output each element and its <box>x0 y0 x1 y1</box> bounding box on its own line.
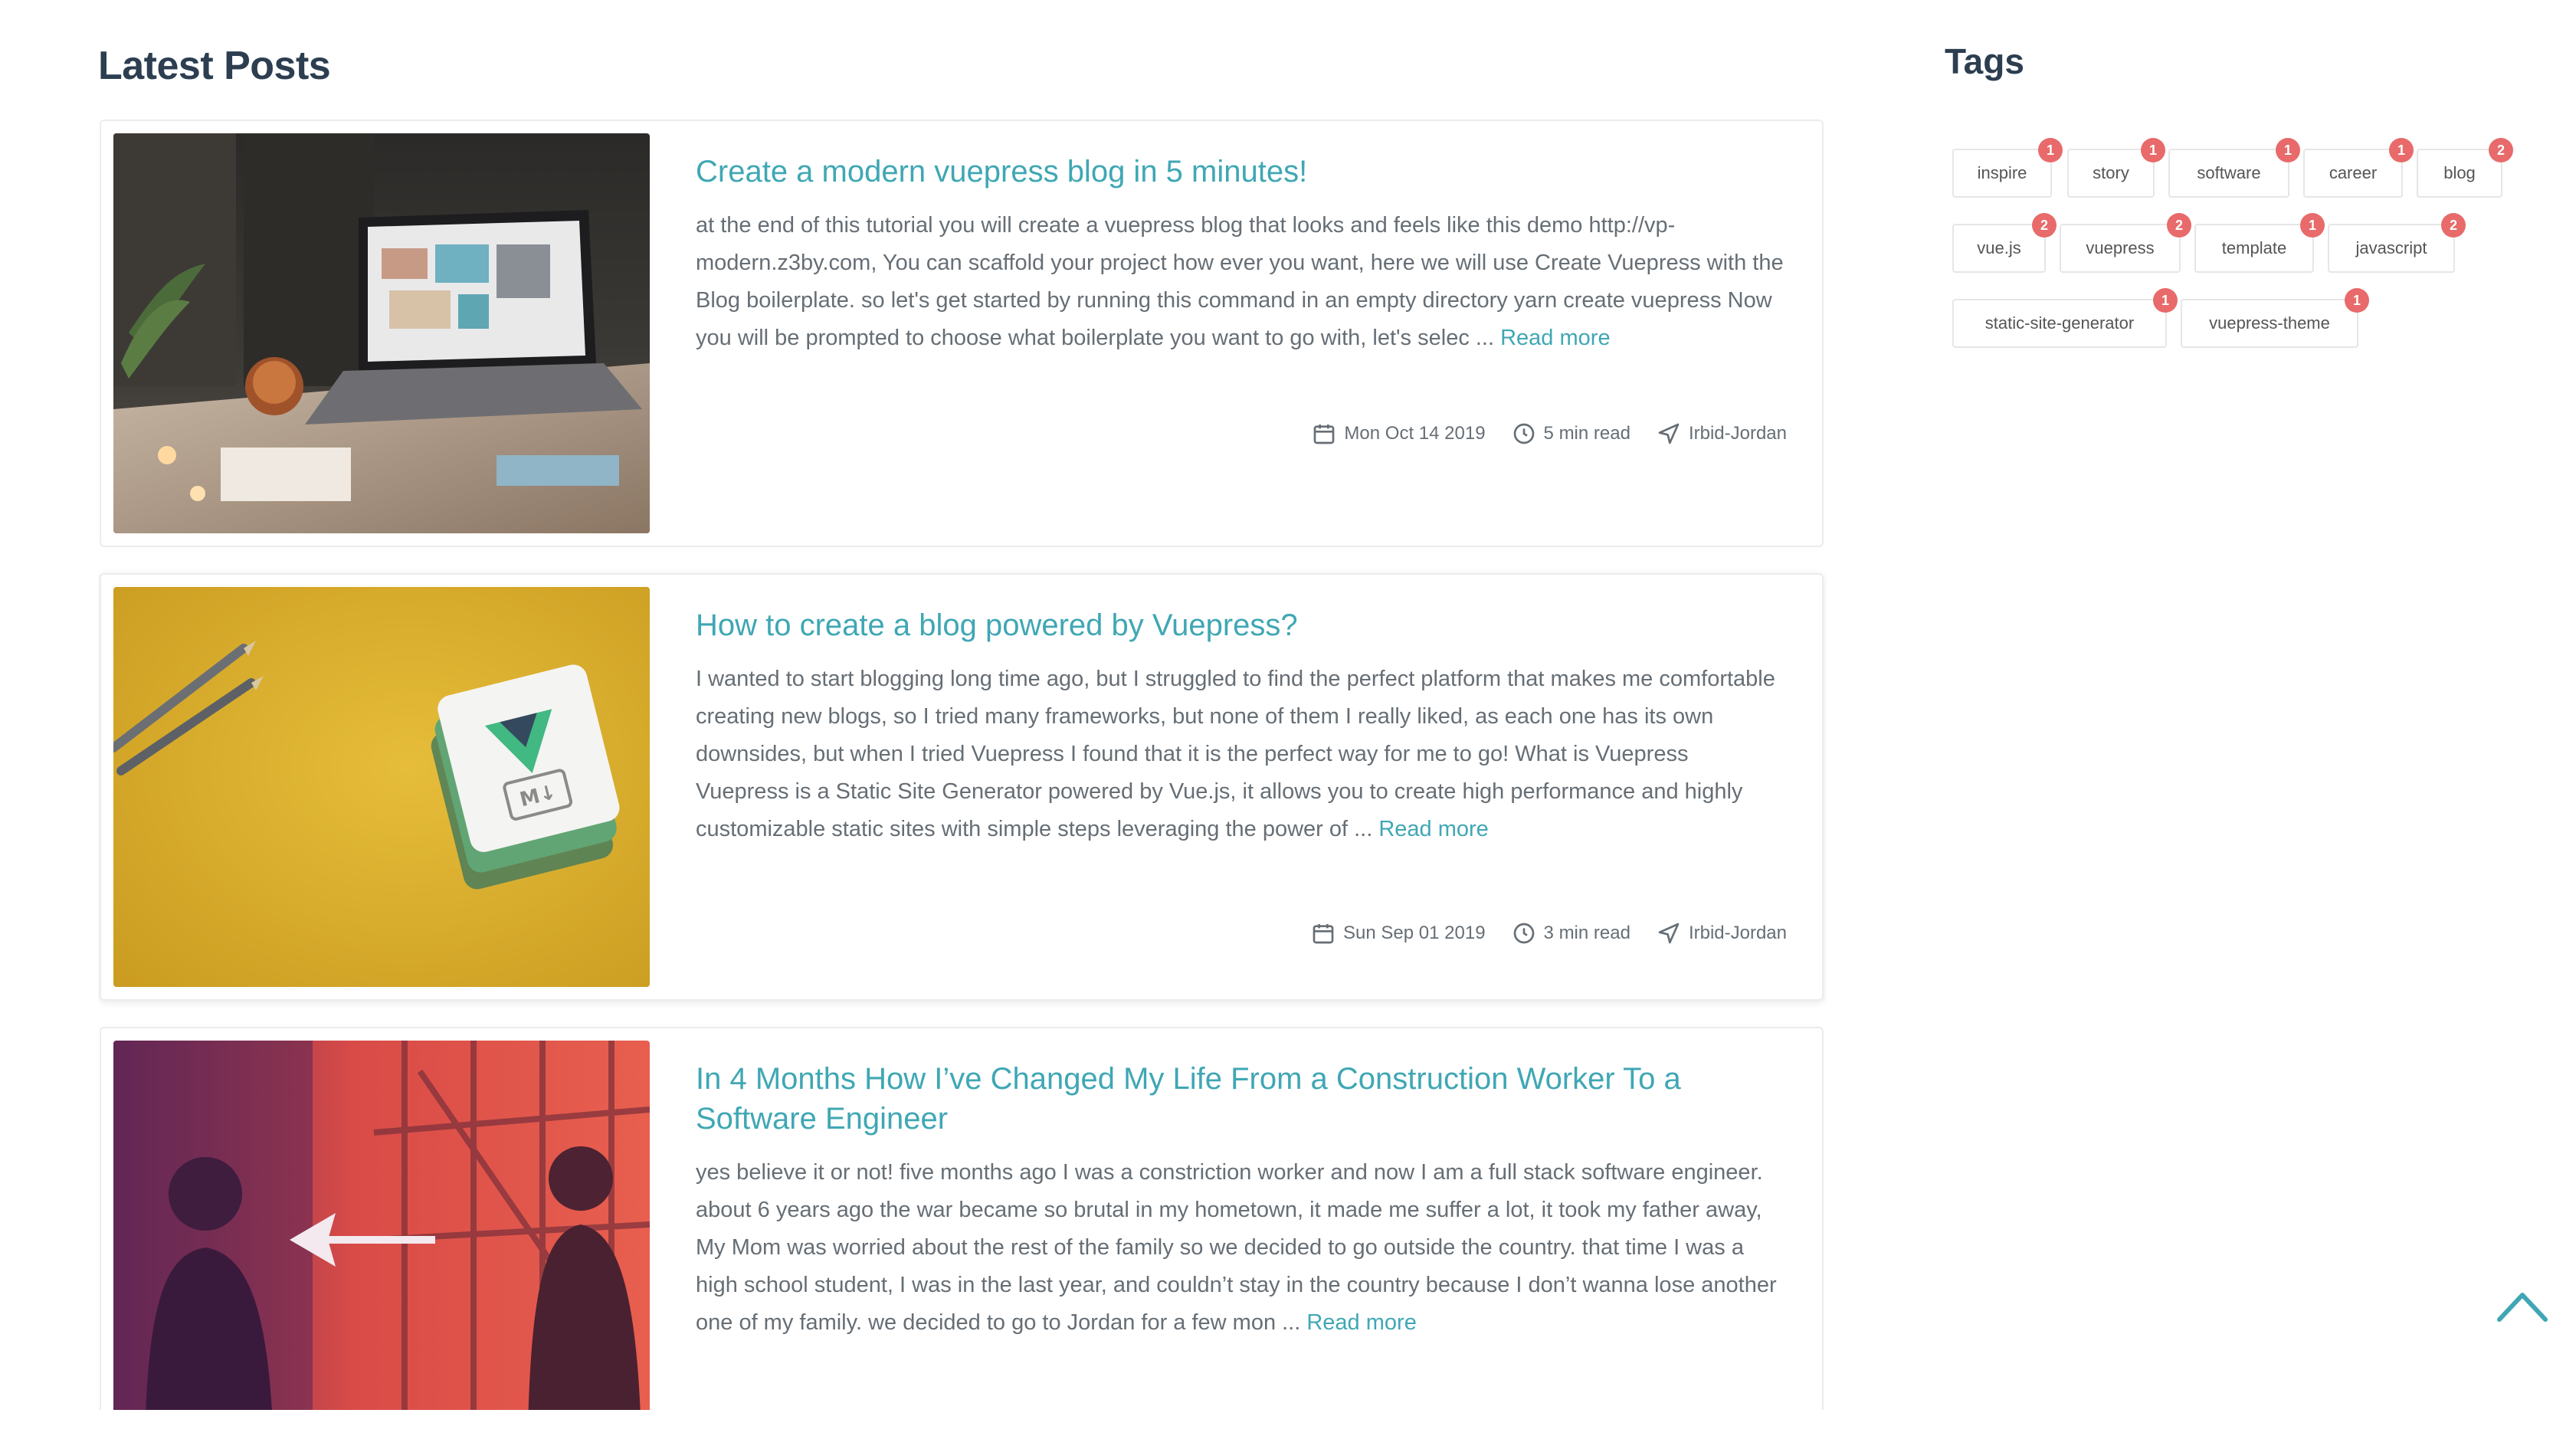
post-body: How to create a blog powered by Vuepress… <box>696 605 1787 848</box>
navigation-arrow-icon <box>1658 423 1680 444</box>
read-more-link[interactable]: Read more <box>1306 1310 1416 1335</box>
post-date-text: Sun Sep 01 2019 <box>1343 923 1486 943</box>
tag-label: javascript <box>2355 238 2427 257</box>
tag-label: template <box>2221 238 2287 257</box>
tag-label: vue.js <box>1977 238 2021 257</box>
tag-javascript[interactable]: javascript 2 <box>2328 213 2466 273</box>
post-location: Irbid-Jordan <box>1657 921 1787 946</box>
post-excerpt-text: I wanted to start blogging long time ago… <box>696 667 1775 841</box>
main-content: Latest Posts Create a modern vuepress bl… <box>98 40 1827 1410</box>
tag-static-site-generator[interactable]: static-site-generator 1 <box>1952 288 2178 348</box>
tag-vuepress[interactable]: vuepress 2 <box>2060 213 2191 273</box>
tag-label: inspire <box>1977 163 2027 182</box>
post-excerpt: at the end of this tutorial you will cre… <box>696 207 1787 357</box>
post-read-time-text: 3 min read <box>1543 923 1630 943</box>
post-read-time: 5 min read <box>1512 421 1630 446</box>
tag-label: vuepress-theme <box>2209 313 2330 333</box>
page-title: Latest Posts <box>98 44 331 88</box>
tag-label: software <box>2197 163 2261 182</box>
post-excerpt-text: at the end of this tutorial you will cre… <box>696 213 1784 350</box>
post-body: In 4 Months How I’ve Changed My Life Fro… <box>696 1059 1787 1342</box>
post-body: Create a modern vuepress blog in 5 minut… <box>696 152 1787 357</box>
tag-count-badge: 1 <box>2276 138 2300 162</box>
tag-count-badge: 1 <box>2141 138 2165 162</box>
post-excerpt: I wanted to start blogging long time ago… <box>696 661 1787 848</box>
post-location: Irbid-Jordan <box>1657 421 1787 446</box>
tag-count-badge: 1 <box>2300 213 2325 238</box>
clock-icon <box>1513 923 1534 944</box>
post-title-link[interactable]: Create a modern vuepress blog in 5 minut… <box>696 152 1787 192</box>
chevron-up-icon <box>2497 1293 2548 1322</box>
post-excerpt: yes believe it or not! five months ago I… <box>696 1154 1787 1342</box>
post-title-link[interactable]: How to create a blog powered by Vuepress… <box>696 605 1787 645</box>
tag-count-badge: 2 <box>2032 213 2057 238</box>
tag-software[interactable]: software 1 <box>2168 138 2300 198</box>
post-card[interactable]: In 4 Months How I’ve Changed My Life Fro… <box>100 1027 1824 1410</box>
post-date: Sun Sep 01 2019 <box>1311 921 1486 946</box>
construction-worker-photo <box>113 1041 650 1410</box>
tag-count-badge: 2 <box>2167 213 2191 238</box>
read-more-link[interactable]: Read more <box>1378 817 1488 841</box>
post-date-text: Mon Oct 14 2019 <box>1344 423 1486 444</box>
tag-label: blog <box>2443 163 2476 182</box>
tag-count-badge: 2 <box>2489 138 2513 162</box>
calendar-icon <box>1314 425 1335 444</box>
post-date: Mon Oct 14 2019 <box>1312 421 1486 446</box>
tag-story[interactable]: story 1 <box>2067 138 2165 198</box>
post-read-time: 3 min read <box>1512 921 1630 946</box>
tag-label: static-site-generator <box>1984 313 2135 333</box>
tag-count-badge: 1 <box>2345 288 2369 313</box>
tag-blog[interactable]: blog 2 <box>2417 138 2513 198</box>
post-thumbnail[interactable]: M↓ <box>113 587 650 987</box>
tag-count-badge: 2 <box>2441 213 2466 238</box>
tag-career[interactable]: career 1 <box>2303 138 2414 198</box>
tag-label: story <box>2093 163 2129 182</box>
clock-icon <box>1513 423 1534 444</box>
post-thumbnail[interactable] <box>113 133 650 533</box>
tag-count-badge: 1 <box>2389 138 2414 162</box>
post-meta: Mon Oct 14 2019 5 min read Irbid-Jordan <box>1312 421 1787 446</box>
post-card[interactable]: M↓ How to create a blog powered by Vuepr… <box>100 573 1824 1001</box>
tag-count-badge: 1 <box>2153 288 2178 313</box>
navigation-arrow-icon <box>1658 923 1680 944</box>
calendar-icon <box>1313 924 1334 944</box>
read-more-link[interactable]: Read more <box>1500 326 1610 350</box>
page: Latest Posts Create a modern vuepress bl… <box>0 0 2576 1449</box>
tag-template[interactable]: template 1 <box>2194 213 2325 273</box>
tag-vuejs[interactable]: vue.js 2 <box>1952 213 2057 273</box>
post-thumbnail[interactable] <box>113 1041 650 1410</box>
post-meta: Sun Sep 01 2019 3 min read Irbid-Jordan <box>1311 921 1787 946</box>
post-location-text: Irbid-Jordan <box>1688 923 1787 943</box>
laptop-desk-photo <box>113 133 650 533</box>
back-to-top-button[interactable] <box>2495 1286 2550 1324</box>
tag-vuepress-theme[interactable]: vuepress-theme 1 <box>2181 288 2369 348</box>
tags-title: Tags <box>1945 41 2024 81</box>
tag-inspire[interactable]: inspire 1 <box>1952 138 2063 198</box>
tag-label: career <box>2329 163 2378 182</box>
post-read-time-text: 5 min read <box>1543 423 1630 444</box>
vue-markdown-pencils-photo: M↓ <box>113 587 650 987</box>
tags-sidebar: Tags inspire 1 story 1 software 1 career 1 b… <box>1945 38 2527 348</box>
post-list: Create a modern vuepress blog in 5 minut… <box>98 120 1827 1410</box>
post-location-text: Irbid-Jordan <box>1688 423 1787 444</box>
post-excerpt-text: yes believe it or not! five months ago I… <box>696 1160 1777 1335</box>
tag-count-badge: 1 <box>2038 138 2063 162</box>
post-title-link[interactable]: In 4 Months How I’ve Changed My Life Fro… <box>696 1059 1787 1139</box>
tag-label: vuepress <box>2086 238 2155 257</box>
post-card[interactable]: Create a modern vuepress blog in 5 minut… <box>100 120 1824 547</box>
